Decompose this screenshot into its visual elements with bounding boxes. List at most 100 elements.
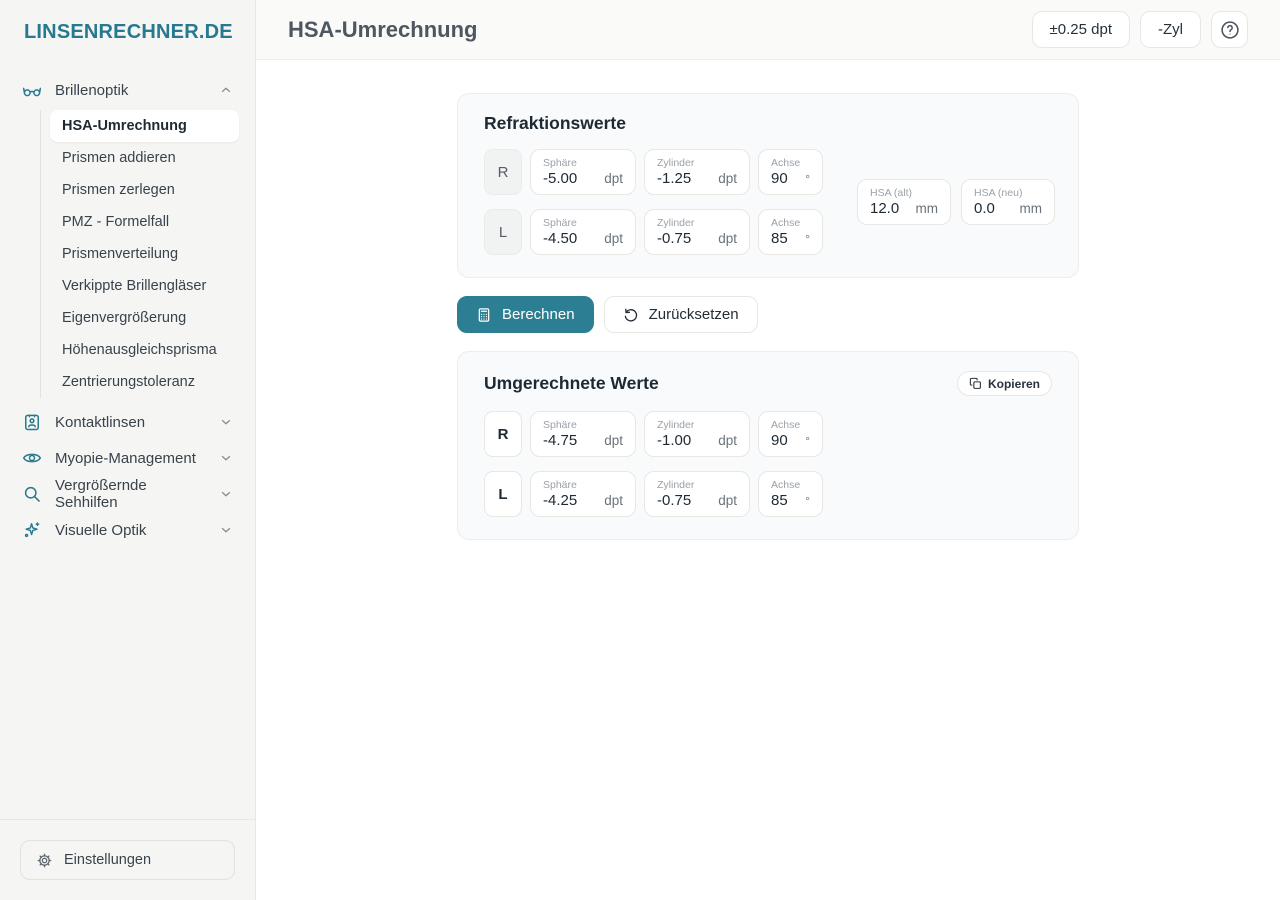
sidebar-group-label: Kontaktlinsen xyxy=(55,414,145,431)
field-unit: ° xyxy=(805,172,810,186)
copy-icon xyxy=(969,377,982,390)
sidebar-group-label: Visuelle Optik xyxy=(55,522,146,539)
settings-button-label: Einstellungen xyxy=(64,852,151,868)
sidebar-group-visuelle-optik[interactable]: Visuelle Optik xyxy=(16,512,239,548)
sidebar-item-pmz-formelfall[interactable]: PMZ - Formelfall xyxy=(50,206,239,238)
sphere-input-left[interactable]: Sphäre -4.50dpt xyxy=(530,209,636,255)
sub-item-label: Verkippte Brillengläser xyxy=(62,278,206,294)
field-unit: ° xyxy=(805,434,810,448)
field-value: -5.00 xyxy=(543,170,577,187)
cylinder-result-left: Zylinder -0.75dpt xyxy=(644,471,750,517)
eye-badge-left: L xyxy=(484,209,522,255)
help-icon xyxy=(1219,19,1241,41)
eye-badge-left: L xyxy=(484,471,522,517)
reset-button-label: Zurücksetzen xyxy=(649,306,739,323)
sphere-input-right[interactable]: Sphäre -5.00dpt xyxy=(530,149,636,195)
settings-button[interactable]: Einstellungen xyxy=(20,840,235,880)
field-value: 90 xyxy=(771,170,788,187)
gear-icon xyxy=(36,852,53,869)
field-unit: dpt xyxy=(604,433,623,448)
eye-badge-right: R xyxy=(484,411,522,457)
cylinder-input-right[interactable]: Zylinder -1.25dpt xyxy=(644,149,750,195)
sidebar-nav: Brillenoptik HSA-Umrechnung Prismen addi… xyxy=(0,62,255,548)
refraction-card: Refraktionswerte R Sphäre -5.00dpt Zylin… xyxy=(457,93,1079,278)
field-label: HSA (alt) xyxy=(870,187,938,200)
field-unit: dpt xyxy=(718,433,737,448)
page-title: HSA-Umrechnung xyxy=(288,17,477,43)
field-label: Zylinder xyxy=(657,217,737,230)
calculate-button-label: Berechnen xyxy=(502,306,575,323)
sidebar-item-eigenvergroesserung[interactable]: Eigenvergrößerung xyxy=(50,302,239,334)
calculate-button[interactable]: Berechnen xyxy=(457,296,594,333)
copy-button[interactable]: Kopieren xyxy=(957,371,1052,396)
help-button[interactable] xyxy=(1211,11,1248,48)
sidebar-group-label: Vergrößernde Sehhilfen xyxy=(55,477,206,511)
field-label: Zylinder xyxy=(657,419,737,432)
sidebar-item-prismen-addieren[interactable]: Prismen addieren xyxy=(50,142,239,174)
field-label: Sphäre xyxy=(543,419,623,432)
field-label: Achse xyxy=(771,157,810,170)
sidebar-item-verkippte-brillenglaeser[interactable]: Verkippte Brillengläser xyxy=(50,270,239,302)
field-value: -0.75 xyxy=(657,492,691,509)
result-row-left: L Sphäre -4.25dpt Zylinder -0.75dpt Achs… xyxy=(484,471,823,517)
chevron-down-icon xyxy=(219,415,233,429)
field-unit: mm xyxy=(1020,201,1043,216)
refraction-card-title: Refraktionswerte xyxy=(484,113,1052,134)
field-unit: dpt xyxy=(718,231,737,246)
sidebar-group-kontaktlinsen[interactable]: Kontaktlinsen xyxy=(16,404,239,440)
field-unit: mm xyxy=(916,201,939,216)
field-value: -4.50 xyxy=(543,230,577,247)
sidebar-group-label: Myopie-Management xyxy=(55,450,196,467)
sub-item-label: Prismen addieren xyxy=(62,150,176,166)
sidebar-item-prismen-zerlegen[interactable]: Prismen zerlegen xyxy=(50,174,239,206)
cylinder-input-left[interactable]: Zylinder -0.75 dpt xyxy=(644,209,750,255)
axis-input-right[interactable]: Achse 90 ° xyxy=(758,149,823,195)
sidebar-item-hsa-umrechnung[interactable]: HSA-Umrechnung xyxy=(50,110,239,142)
result-card-title: Umgerechnete Werte xyxy=(484,373,659,394)
sidebar-footer: Einstellungen xyxy=(0,819,255,900)
sparkles-icon xyxy=(22,520,42,540)
field-value: -0.75 xyxy=(657,230,691,247)
glasses-icon xyxy=(22,80,42,100)
eye-badge-right: R xyxy=(484,149,522,195)
sidebar-item-zentrierungstoleranz[interactable]: Zentrierungstoleranz xyxy=(50,366,239,398)
sidebar-group-brillenoptik[interactable]: Brillenoptik xyxy=(16,72,239,108)
action-buttons: Berechnen Zurücksetzen xyxy=(457,296,1079,333)
reset-button[interactable]: Zurücksetzen xyxy=(604,296,758,333)
field-value: -1.00 xyxy=(657,432,691,449)
sphere-result-right: Sphäre -4.75dpt xyxy=(530,411,636,457)
field-label: Achse xyxy=(771,217,810,230)
cylinder-result-right: Zylinder -1.00 dpt xyxy=(644,411,750,457)
sub-item-label: Höhenausgleichsprisma xyxy=(62,342,217,358)
sub-item-label: Prismenverteilung xyxy=(62,246,178,262)
field-label: Zylinder xyxy=(657,157,737,170)
content: Refraktionswerte R Sphäre -5.00dpt Zylin… xyxy=(256,60,1280,540)
field-label: Sphäre xyxy=(543,157,623,170)
field-value: 85 xyxy=(771,230,788,247)
field-unit: dpt xyxy=(604,493,623,508)
field-label: Sphäre xyxy=(543,217,623,230)
cylinder-sign-button[interactable]: -Zyl xyxy=(1140,11,1201,48)
field-value: 85 xyxy=(771,492,788,509)
chevron-down-icon xyxy=(219,451,233,465)
sidebar-group-myopie-management[interactable]: Myopie-Management xyxy=(16,440,239,476)
sidebar-item-prismenverteilung[interactable]: Prismenverteilung xyxy=(50,238,239,270)
hsa-new-input[interactable]: HSA (neu) 0.0mm xyxy=(961,179,1055,225)
refraction-row-left: L Sphäre -4.50dpt Zylinder -0.75 dpt Achs… xyxy=(484,209,823,255)
chevron-down-icon xyxy=(219,487,233,501)
sidebar-group-label: Brillenoptik xyxy=(55,82,128,99)
field-label: Achse xyxy=(771,479,810,492)
sphere-result-left: Sphäre -4.25dpt xyxy=(530,471,636,517)
axis-result-right: Achse 90° xyxy=(758,411,823,457)
sidebar-item-hoehenausgleichsprisma[interactable]: Höhenausgleichsprisma xyxy=(50,334,239,366)
result-card: Umgerechnete Werte Kopieren R xyxy=(457,351,1079,540)
step-size-button[interactable]: ±0.25 dpt xyxy=(1032,11,1130,48)
sidebar-group-vergroessernde-sehhilfen[interactable]: Vergrößernde Sehhilfen xyxy=(16,476,239,512)
refraction-row-right: R Sphäre -5.00dpt Zylinder -1.25dpt Achs… xyxy=(484,149,823,195)
axis-input-left[interactable]: Achse 85° xyxy=(758,209,823,255)
field-label: Zylinder xyxy=(657,479,737,492)
hsa-old-input[interactable]: HSA (alt) 12.0mm xyxy=(857,179,951,225)
sub-item-label: Zentrierungstoleranz xyxy=(62,374,195,390)
axis-result-left: Achse 85° xyxy=(758,471,823,517)
sub-item-label: HSA-Umrechnung xyxy=(62,118,187,134)
